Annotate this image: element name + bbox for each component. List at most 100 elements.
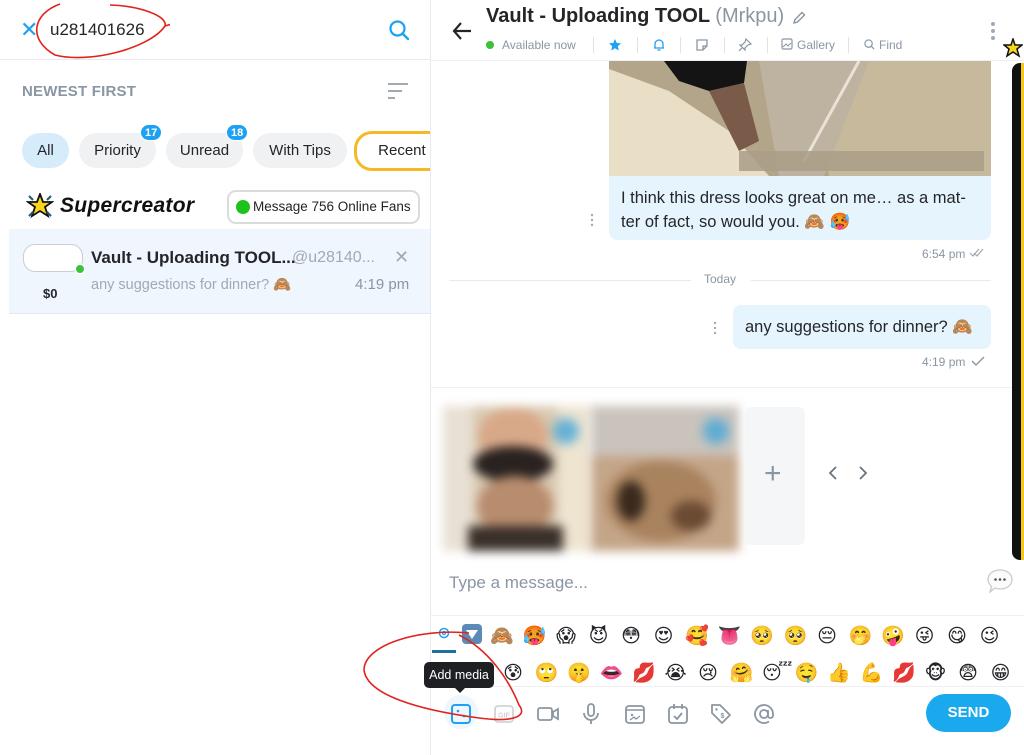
mention-button[interactable] [750,700,778,728]
add-more-media-button[interactable]: + [745,407,805,545]
title-text: Vault - Uploading TOOL [486,5,710,27]
conversation-header: Vault - Uploading TOOL (Mrkpu) Available… [431,0,1024,61]
price-tag-button[interactable]: $ [707,700,735,728]
emoji-button[interactable]: 😁 [990,662,1012,684]
supercreator-side-panel-handle[interactable] [1012,63,1024,560]
emoji-button[interactable]: 😉 [979,625,1001,647]
tab-priority[interactable]: Priority 17 [79,124,163,168]
tab-recent-buyers[interactable]: Recent B [354,131,430,171]
quick-reply-bubble-icon[interactable] [986,567,1014,595]
emoji-button[interactable]: 😳 [620,625,642,647]
supercreator-star-icon[interactable] [1003,38,1023,58]
emoji-button[interactable]: 🥰 [685,625,709,647]
emoji-button[interactable]: 🤪 [881,625,905,647]
vault-button[interactable] [621,700,649,728]
date-divider-line [449,280,691,281]
emoji-button[interactable]: 🤗 [730,662,754,684]
message-list[interactable]: I think this dress looks great on me… as… [431,61,1011,387]
emoji-button[interactable]: 🥺 [784,625,808,647]
back-arrow-icon[interactable] [451,20,473,42]
emoji-button[interactable]: 😋 [946,625,968,647]
message-online-fans-button[interactable]: Message 756 Online Fans [227,190,420,224]
media-thumbnail[interactable] [443,406,591,551]
emoji-button[interactable]: 😢 [697,662,719,684]
message-menu-icon[interactable] [589,213,595,227]
emoji-button[interactable]: 😭 [665,662,687,684]
search-input[interactable] [50,17,350,43]
bell-icon[interactable] [652,38,666,52]
media-thumbnail[interactable] [591,406,739,551]
emoji-button[interactable]: 😴 [762,662,792,684]
separator [848,37,849,53]
message-bubble[interactable]: any suggestions for dinner? 🙈 [733,305,991,349]
video-button[interactable] [534,700,562,728]
emoji-button[interactable]: 🙈 [490,625,514,647]
tab-all[interactable]: All [22,133,69,168]
message-bubble[interactable]: I think this dress looks great on me… as… [609,176,991,240]
add-media-button[interactable] [447,700,475,728]
avatar[interactable] [23,244,83,272]
svg-text:$: $ [721,713,725,720]
selected-check-icon [553,418,579,444]
message-photo[interactable] [609,61,991,176]
star-icon[interactable] [608,38,622,52]
gif-button[interactable]: GIF [490,700,518,728]
emoji-button[interactable]: 😜 [914,625,936,647]
tab-label: With Tips [269,142,331,159]
more-vertical-icon[interactable] [988,20,998,42]
sort-icon[interactable] [387,81,409,101]
emoji-button[interactable]: 😱 [555,625,577,647]
calendar-check-icon [668,704,688,724]
gallery-button[interactable]: Gallery [781,36,835,54]
emoji-button[interactable]: 🥺 [750,625,774,647]
send-button[interactable]: SEND [926,694,1011,732]
schedule-button[interactable] [664,700,692,728]
emoji-button[interactable]: 😔 [816,625,838,647]
voice-message-button[interactable] [577,700,605,728]
last-message-time: 4:19 pm [355,276,410,293]
emoji-button[interactable]: 💪 [860,662,884,684]
emoji-button[interactable]: 🐵 [925,662,947,684]
supercreator-logo: Supercreator [60,194,195,217]
at-sign-icon [754,704,774,724]
divider [431,387,1024,388]
chevron-right-icon[interactable] [855,462,871,484]
attached-media-strip: + [443,406,1003,551]
gallery-label: Gallery [797,38,836,52]
emoji-category-tab[interactable] [462,624,482,644]
emoji-button[interactable]: 🤭 [849,625,873,647]
emoji-button[interactable]: 😨 [957,662,979,684]
last-message-preview: any suggestions for dinner? 🙈 [91,277,292,293]
message-input[interactable] [449,567,969,599]
emoji-button[interactable]: 🙄 [535,662,559,684]
clear-search-icon[interactable]: ✕ [20,19,40,41]
message-text: I think this dress looks great on me… as… [621,189,966,231]
pencil-icon[interactable] [791,10,807,26]
chevron-left-icon[interactable] [825,462,841,484]
emoji-button[interactable]: 🥵 [523,625,547,647]
tab-with-tips[interactable]: With Tips [253,133,347,168]
emoji-button[interactable]: 👅 [718,625,742,647]
find-button[interactable]: Find [864,36,902,54]
emoji-button[interactable]: 💋 [632,662,656,684]
emoji-button[interactable]: 😍 [653,625,675,647]
emoji-button[interactable]: 💋 [892,662,916,684]
emoji-button[interactable]: 😰 [502,662,524,684]
search-icon[interactable] [387,18,411,42]
video-camera-icon [537,707,559,721]
emoji-button[interactable]: 😈 [588,625,610,647]
emoji-button[interactable]: 🤤 [795,662,819,684]
conversation-panel: Vault - Uploading TOOL (Mrkpu) Available… [363,0,1024,755]
note-icon[interactable] [695,38,709,52]
emoji-button[interactable]: 🤫 [567,662,591,684]
close-icon[interactable]: ✕ [394,247,409,268]
message-menu-icon[interactable] [712,321,718,335]
emoji-button[interactable]: 👄 [600,662,624,684]
selected-check-icon [703,418,729,444]
separator [637,37,638,53]
emoji-settings-icon[interactable] [437,626,451,640]
emoji-button[interactable]: 👍 [827,662,851,684]
tab-unread[interactable]: Unread 18 [166,124,249,168]
pin-icon[interactable] [738,38,752,52]
chat-list-item[interactable]: $0 Vault - Uploading TOOL... @u28140... … [9,229,430,314]
